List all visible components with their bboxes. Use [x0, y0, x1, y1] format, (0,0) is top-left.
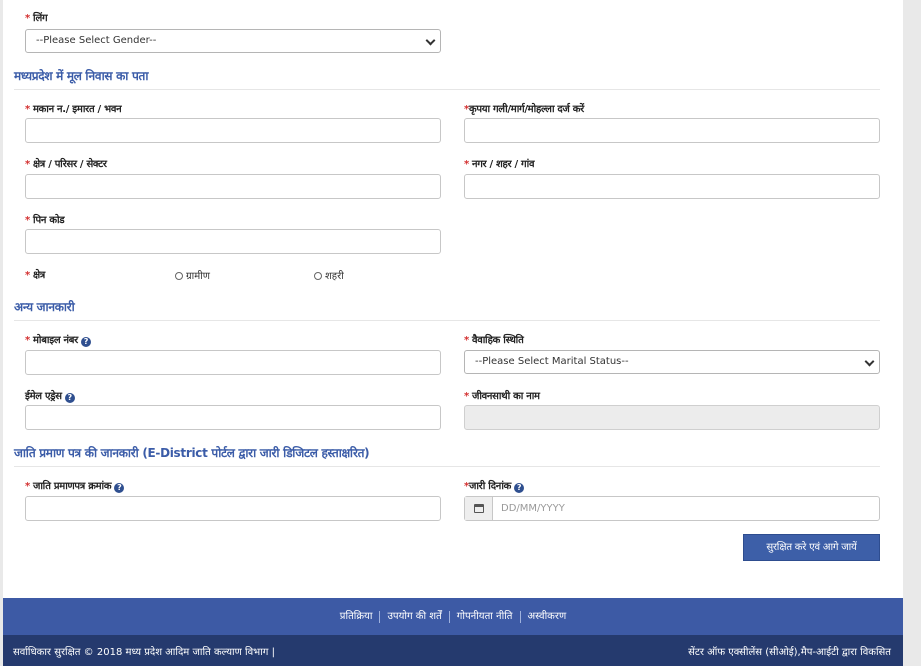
gender-select-value: --Please Select Gender-- [36, 35, 157, 46]
required-mark: * [25, 270, 30, 281]
developer-credit: सेंटर ऑफ एक्सीलेंस (सीओई),मैप-आईटी द्वार… [688, 647, 891, 658]
email-label-text: ईमेल एड्रेस [25, 391, 62, 402]
house-label: * मकान न./ इमारत / भवन [25, 101, 122, 115]
street-label: *कृपया गली/मार्ग/मोहल्ला दर्ज करें [464, 101, 584, 115]
issue-date-label: *जारी दिनांक? [464, 478, 525, 493]
question-circle-icon[interactable]: ? [514, 483, 525, 493]
street-label-text: कृपया गली/मार्ग/मोहल्ला दर्ज करें [468, 104, 584, 115]
urban-radio[interactable]: शहरी [314, 268, 344, 282]
spouse-label-text: जीवनसाथी का नाम [471, 391, 540, 402]
area-label-text: क्षेत्र / परिसर / सेक्टर [32, 159, 107, 170]
mobile-input[interactable] [25, 350, 441, 375]
calendar-button[interactable] [465, 497, 493, 520]
required-mark: * [464, 159, 469, 170]
mobile-label: * मोबाइल नंबर? [25, 332, 91, 347]
gender-label-text: लिंग [32, 13, 48, 24]
marital-label: * वैवाहिक स्थिति [464, 332, 524, 346]
email-label: ईमेल एड्रेस? [25, 388, 75, 403]
required-mark: * [464, 335, 469, 346]
footer-link-privacy[interactable]: गोपनीयता नीति [448, 610, 520, 623]
required-mark: * [25, 104, 30, 115]
required-mark: * [25, 335, 30, 346]
spouse-label: * जीवनसाथी का नाम [464, 388, 540, 402]
gender-label: * लिंग [25, 10, 48, 24]
region-label: * क्षेत्र [25, 267, 45, 281]
issue-date-field[interactable]: DD/MM/YYYY [464, 496, 880, 521]
copyright-text: सर्वाधिकार सुरक्षित © 2018 मध्य प्रदेश आ… [13, 647, 275, 658]
spouse-input [464, 405, 880, 430]
issue-date-label-text: जारी दिनांक [468, 481, 512, 492]
required-mark: * [464, 391, 469, 402]
cert-no-input[interactable] [25, 496, 441, 521]
footer-link-feedback[interactable]: प्रतिक्रिया [333, 611, 380, 623]
chevron-down-icon [425, 35, 436, 46]
house-input[interactable] [25, 118, 441, 143]
gender-select[interactable]: --Please Select Gender-- [25, 29, 441, 53]
rural-radio[interactable]: ग्रामीण [175, 268, 210, 282]
house-label-text: मकान न./ इमारत / भवन [32, 104, 122, 115]
address-section-title: मध्यप्रदेश में मूल निवास का पता [14, 67, 880, 90]
save-continue-button[interactable]: सुरक्षित करे एवं आगे जायें [743, 534, 880, 561]
city-input[interactable] [464, 174, 880, 199]
footer-link-disclaimer[interactable]: अस्वीकरण [519, 610, 574, 623]
email-input[interactable] [25, 405, 441, 430]
city-label-text: नगर / शहर / गांव [471, 159, 535, 170]
pin-label-text: पिन कोड [32, 215, 65, 226]
calendar-icon [473, 504, 484, 513]
question-circle-icon[interactable]: ? [64, 393, 75, 403]
required-mark: * [25, 481, 30, 492]
footer-links: प्रतिक्रिया उपयोग की शर्तें गोपनीयता नीत… [3, 598, 903, 635]
required-mark: * [25, 159, 30, 170]
marital-select-value: --Please Select Marital Status-- [475, 356, 629, 367]
marital-label-text: वैवाहिक स्थिति [471, 335, 524, 346]
required-mark: * [25, 215, 30, 226]
question-circle-icon[interactable]: ? [80, 337, 91, 347]
cert-no-label-text: जाति प्रमाणपत्र क्रमांक [32, 481, 112, 492]
footer-link-terms[interactable]: उपयोग की शर्तें [379, 610, 448, 623]
street-input[interactable] [464, 118, 880, 143]
question-circle-icon[interactable]: ? [114, 483, 125, 493]
area-input[interactable] [25, 174, 441, 199]
region-label-text: क्षेत्र [32, 270, 46, 281]
form-panel: * लिंग --Please Select Gender-- मध्यप्रदे… [3, 0, 903, 598]
radio-circle-icon [175, 272, 183, 280]
mobile-label-text: मोबाइल नंबर [32, 335, 78, 346]
footer-bottom: सर्वाधिकार सुरक्षित © 2018 मध्य प्रदेश आ… [3, 635, 903, 666]
city-label: * नगर / शहर / गांव [464, 156, 535, 170]
other-section-title: अन्य जानकारी [14, 298, 880, 321]
date-placeholder: DD/MM/YYYY [501, 503, 565, 514]
caste-section-title: जाति प्रमाण पत्र की जानकारी (E-District … [14, 444, 880, 467]
marital-select[interactable]: --Please Select Marital Status-- [464, 350, 880, 374]
chevron-down-icon [864, 356, 875, 367]
required-mark: * [25, 13, 30, 24]
rural-radio-label: ग्रामीण [186, 271, 211, 282]
urban-radio-label: शहरी [325, 271, 344, 282]
area-label: * क्षेत्र / परिसर / सेक्टर [25, 156, 107, 170]
pin-input[interactable] [25, 229, 441, 254]
radio-circle-icon [314, 272, 322, 280]
cert-no-label: * जाति प्रमाणपत्र क्रमांक? [25, 478, 125, 493]
pin-label: * पिन कोड [25, 212, 65, 226]
